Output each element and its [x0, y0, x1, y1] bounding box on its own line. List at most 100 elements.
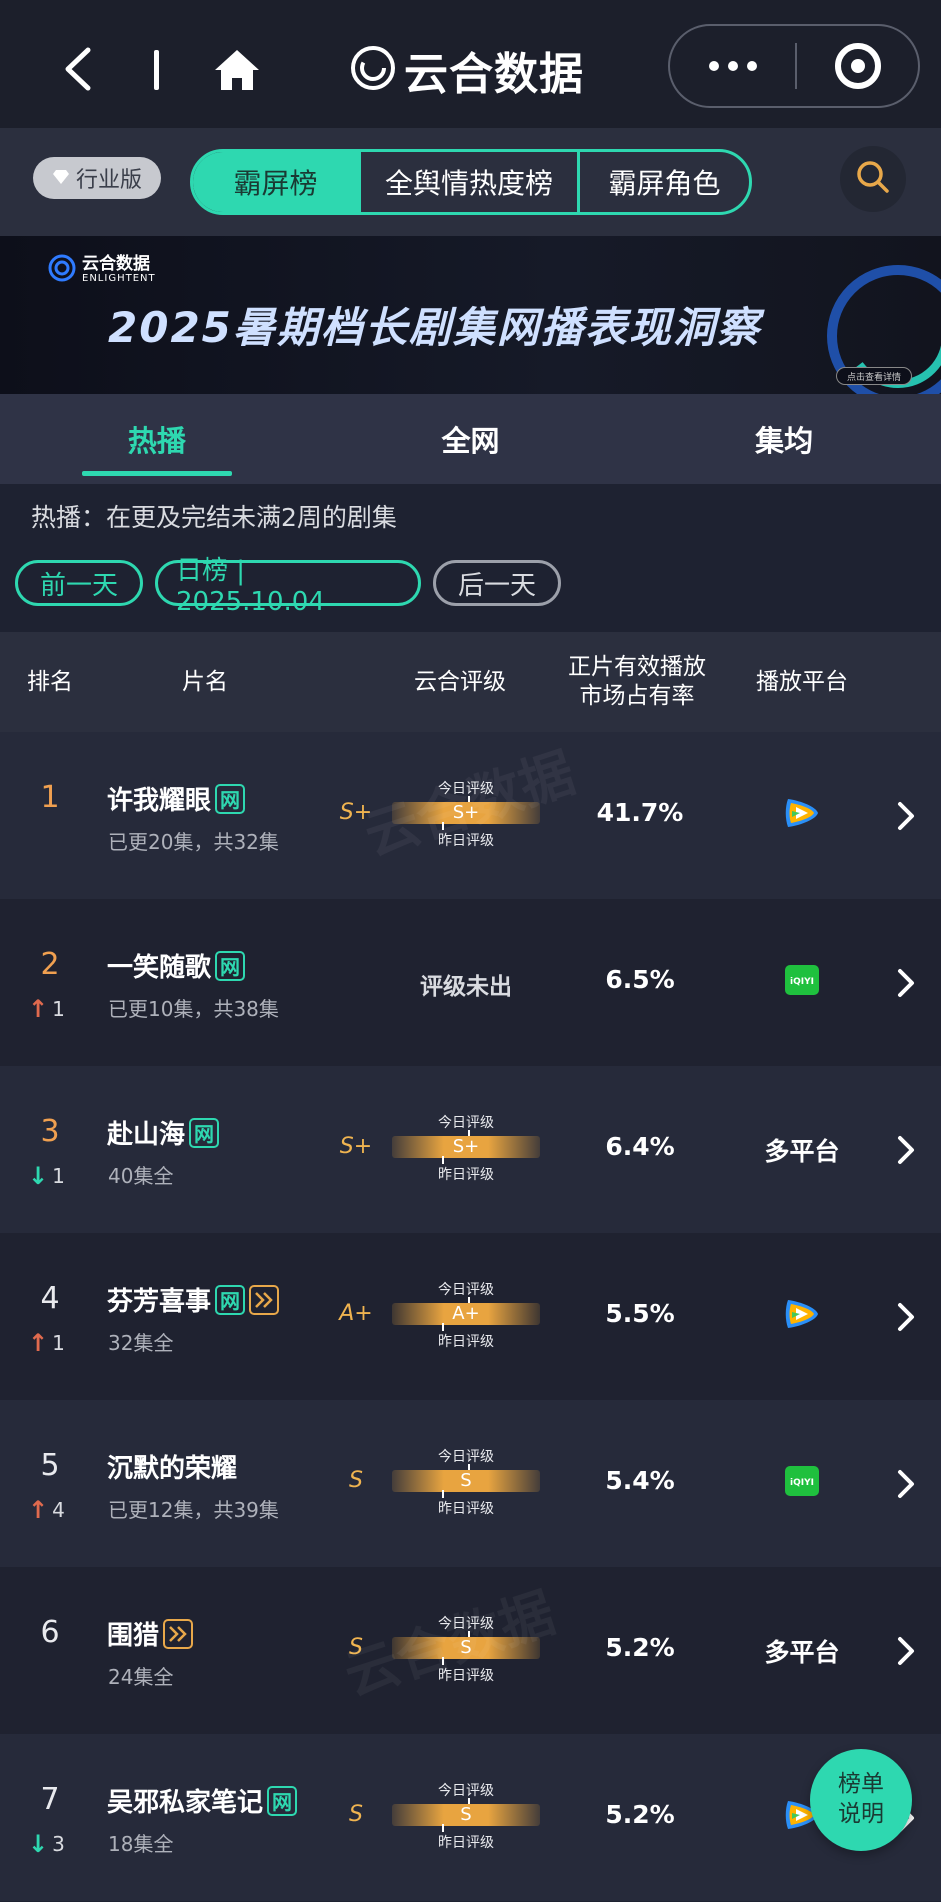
explain-line2: 说明 — [838, 1801, 884, 1827]
ranking-tabs: 热播 全网 集均 — [0, 394, 941, 484]
ranking-note: 热播：在更及完结未满2周的剧集 — [31, 503, 397, 532]
market-share: 5.2% — [605, 1800, 675, 1829]
platform: iQIYI — [740, 1464, 864, 1504]
search-button[interactable] — [840, 146, 906, 212]
nav-separator — [154, 50, 159, 90]
banner-cta[interactable]: 点击查看详情 — [836, 367, 912, 385]
edition-label: 行业版 — [75, 168, 142, 193]
rank-down-icon: ↓ — [28, 1830, 49, 1858]
table-row[interactable]: 4 ↑ 1 芬芳喜事网 32集全 A+ 今日评级 A+ 昨日评级 5.5% — [0, 1233, 941, 1400]
rank-change: ↑ 1 — [28, 1329, 88, 1357]
tab-hot[interactable]: 热播 — [0, 394, 314, 484]
drama-title: 许我耀眼网 — [107, 780, 246, 817]
mini-program-capsule — [668, 24, 920, 108]
back-icon[interactable] — [58, 44, 98, 94]
rank-change-value: 1 — [52, 997, 65, 1021]
table-row[interactable]: 6 围猎 24集全 S 今日评级 S 昨日评级 5.2% 多平台 — [0, 1567, 941, 1734]
market-share: 5.2% — [605, 1633, 675, 1662]
prev-day-button[interactable]: 前一天 — [15, 560, 143, 606]
yesterday-grade-tick — [442, 1156, 444, 1164]
tab-per-episode[interactable]: 集均 — [627, 394, 941, 484]
yesterday-grade-label: 昨日评级 — [438, 1501, 494, 1517]
ranking-explanation-button[interactable]: 榜单 说明 — [810, 1749, 912, 1851]
date-picker[interactable]: 日榜 | 2025.10.04 — [155, 556, 421, 617]
grade-gauge: 今日评级 S 昨日评级 — [392, 1446, 540, 1520]
brand-name: 云合数据 — [404, 49, 584, 100]
table-row[interactable]: 7 ↓ 3 吴邪私家笔记网 18集全 S 今日评级 S 昨日评级 5.2% — [0, 1734, 941, 1901]
drama-title-text: 赴山海 — [107, 1120, 186, 1150]
rank-number: 6 — [40, 1615, 60, 1650]
tencent-video-icon — [782, 797, 822, 835]
edition-badge[interactable]: 行业版 — [33, 157, 161, 199]
grade-gauge: 今日评级 S+ 昨日评级 — [392, 778, 540, 852]
drama-title: 一笑随歌网 — [107, 947, 246, 984]
yesterday-grade-tick — [442, 1657, 444, 1665]
tab-all-network[interactable]: 全网 — [314, 394, 628, 484]
fast-forward-icon — [249, 1284, 280, 1315]
episode-status: 24集全 — [108, 1665, 174, 1689]
platform — [740, 1297, 864, 1337]
rank-change: ↓ 3 — [28, 1830, 88, 1858]
brand-logo-icon — [350, 45, 396, 95]
today-grade-value: S — [460, 1804, 472, 1825]
drama-title-text: 许我耀眼 — [107, 786, 212, 816]
table-row[interactable]: 3 ↓ 1 赴山海网 40集全 S+ 今日评级 S+ 昨日评级 6.4% 多平台 — [0, 1066, 941, 1233]
chevron-right-icon[interactable] — [890, 1633, 920, 1669]
close-target-icon[interactable] — [797, 43, 918, 89]
chevron-right-icon[interactable] — [890, 1132, 920, 1168]
next-day-button[interactable]: 后一天 — [433, 560, 561, 606]
episode-status: 18集全 — [108, 1832, 174, 1856]
grade-letter: S+ — [339, 800, 373, 825]
yesterday-grade-label: 昨日评级 — [438, 1167, 494, 1183]
market-share: 6.4% — [605, 1132, 675, 1161]
rank-up-icon: ↑ — [28, 1496, 49, 1524]
rank-change-value: 1 — [52, 1164, 65, 1188]
yesterday-grade-tick — [442, 822, 444, 830]
today-grade-label: 今日评级 — [438, 781, 494, 797]
more-icon[interactable] — [670, 26, 795, 106]
tencent-video-icon — [782, 1298, 822, 1336]
drama-title: 赴山海网 — [107, 1114, 220, 1151]
svg-text:iQIYI: iQIYI — [790, 1478, 814, 1488]
chevron-right-icon[interactable] — [890, 965, 920, 1001]
rank-number: 2 — [40, 947, 60, 982]
date-navigator: 前一天 日榜 | 2025.10.04 后一天 — [15, 556, 561, 617]
home-icon[interactable] — [213, 48, 261, 92]
tab-label: 全网 — [441, 424, 500, 458]
iqiyi-icon: iQIYI — [785, 1466, 819, 1502]
chevron-right-icon[interactable] — [890, 798, 920, 834]
header-share-line2: 市场占有率 — [579, 683, 695, 709]
network-tag: 网 — [189, 1117, 220, 1148]
grade-letter: S — [349, 1635, 363, 1660]
grade-gauge: 今日评级 S+ 昨日评级 — [392, 1112, 540, 1186]
table-row[interactable]: 2 ↑ 1 一笑随歌网已更10集，共38集 评级未出 6.5% iQIYI — [0, 899, 941, 1066]
rank-number: 1 — [40, 780, 60, 815]
rank-down-icon: ↓ — [28, 1162, 49, 1190]
header-platform: 播放平台 — [756, 668, 848, 695]
today-grade-value: A+ — [452, 1303, 480, 1324]
platform-multi: 多平台 — [764, 1638, 840, 1667]
rank-change: ↓ 1 — [28, 1162, 88, 1190]
banner-logo-name: 云合数据 — [82, 254, 150, 274]
chevron-right-icon[interactable] — [890, 1466, 920, 1502]
episode-status: 32集全 — [108, 1331, 174, 1355]
header-rank: 排名 — [27, 668, 73, 695]
network-tag: 网 — [215, 1284, 246, 1315]
brand: 云合数据 — [350, 40, 584, 100]
segment-sentiment-heat[interactable]: 全舆情热度榜 — [361, 152, 580, 212]
episode-status: 已更12集，共39集 — [108, 1498, 279, 1522]
rank-number: 5 — [40, 1448, 60, 1483]
segment-bapingbang[interactable]: 霸屏榜 — [193, 152, 361, 212]
yesterday-grade-label: 昨日评级 — [438, 833, 494, 849]
chevron-right-icon[interactable] — [890, 1299, 920, 1335]
table-row[interactable]: 1 许我耀眼网已更20集，共32集 S+ 今日评级 S+ 昨日评级 41.7% — [0, 732, 941, 899]
promo-banner[interactable]: 云合数据 ENLIGHTENT 2025暑期档长剧集网播表现洞察 点击查看详情 — [0, 236, 941, 394]
table-row[interactable]: 5 ↑ 4 沉默的荣耀 已更12集，共39集 S 今日评级 S 昨日评级 5.4% iQIYI — [0, 1400, 941, 1567]
today-grade-value: S+ — [452, 1136, 480, 1157]
today-grade-label: 今日评级 — [438, 1783, 494, 1799]
top-navigation-bar: 云合数据 — [0, 0, 941, 128]
segment-roles[interactable]: 霸屏角色 — [580, 152, 749, 212]
today-grade-value: S+ — [452, 802, 480, 823]
drama-title-text: 吴邪私家笔记 — [107, 1788, 264, 1818]
explain-line1: 榜单 — [838, 1771, 884, 1798]
